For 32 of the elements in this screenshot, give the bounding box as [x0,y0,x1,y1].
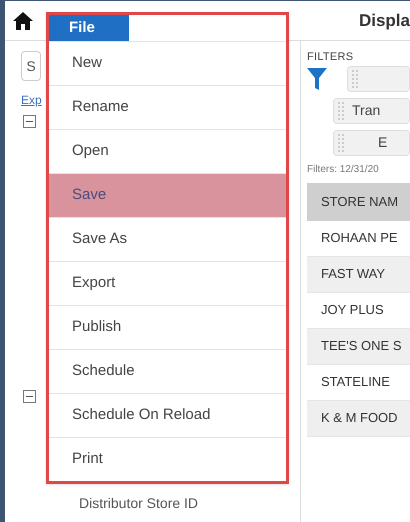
filters-title: FILTERS [307,50,354,65]
table-cell: JOY PLUS [307,292,410,328]
collapse-icon[interactable] [23,115,36,128]
menu-item[interactable]: Print [49,437,286,481]
menu-item[interactable]: Save As [49,217,286,261]
table-cell: STATELINE [307,364,410,400]
drag-handle-icon[interactable] [352,68,358,90]
expand-link[interactable]: Exp [21,91,42,109]
menu-item[interactable]: Rename [49,85,286,129]
filters-summary: Filters: 12/31/20 [307,162,380,176]
file-tab[interactable]: File [49,15,129,41]
filter-icon[interactable] [307,68,327,90]
collapse-icon[interactable] [23,390,36,403]
filter-chip[interactable]: Tran [333,98,410,124]
home-icon[interactable] [12,10,34,30]
table-cell: FAST WAY [307,256,410,292]
field-name[interactable]: Distributor Store ID [79,493,300,514]
table-cell: K & M FOOD [307,400,410,436]
table-cell: TEE'S ONE S [307,328,410,364]
menu-item[interactable]: Publish [49,305,286,349]
table-cell: ROHAAN PE [307,220,410,256]
search-field[interactable]: S [21,51,41,81]
drag-handle-icon[interactable] [338,100,344,122]
drag-handle-icon[interactable] [338,132,344,154]
menu-item[interactable]: Schedule On Reload [49,393,286,437]
menu-item[interactable]: Schedule [49,349,286,393]
menu-item[interactable]: Export [49,261,286,305]
filter-chip[interactable]: E [333,130,410,156]
column-header[interactable]: STORE NAM [307,182,410,220]
menu-item[interactable]: New [49,41,286,85]
menu-item[interactable]: Open [49,129,286,173]
page-title: Displa [358,10,410,32]
